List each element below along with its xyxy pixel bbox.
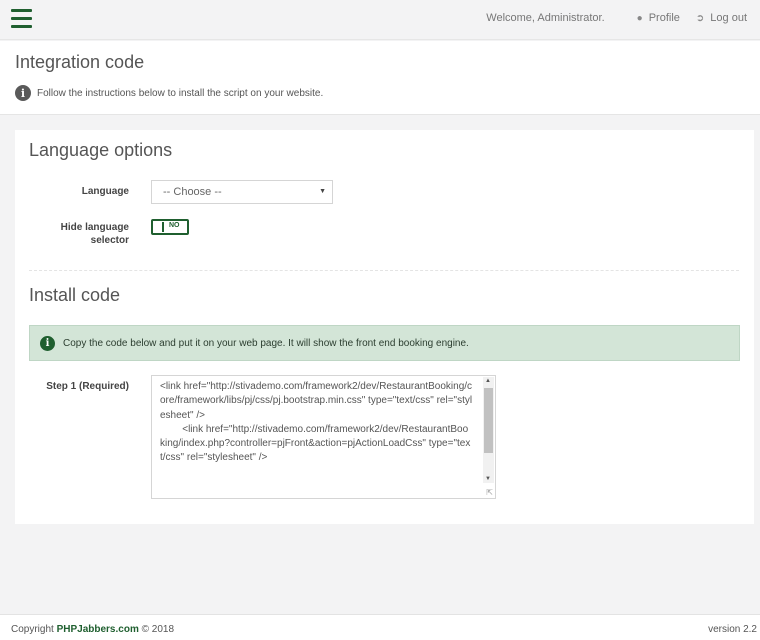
step1-label: Step 1 (Required) [46,381,129,392]
copyright: Copyright PHPJabbers.com © 2018 [11,624,174,635]
scrollbar-thumb[interactable] [484,388,493,453]
top-bar: Welcome, Administrator. ● Profile ➲ Log … [0,0,760,40]
language-select[interactable]: -- Choose -- ▼ [151,180,333,204]
install-code-textarea[interactable]: <link href="http://stivademo.com/framewo… [151,375,496,499]
scrollbar[interactable]: ▲ ▼ [483,377,494,483]
version-text: version 2.2 [708,624,757,635]
page-title: Integration code [15,52,145,72]
info-icon: i [40,335,55,351]
hide-selector-label: Hide language selector [29,221,129,247]
resize-handle-icon[interactable]: ⇱ [486,488,493,497]
footer: Copyright PHPJabbers.com © 2018 version … [0,614,760,640]
language-select-value: -- Choose -- [163,186,222,198]
info-icon: i [15,85,31,101]
alert-text: Copy the code below and put it on your w… [63,337,469,349]
info-text: Follow the instructions below to install… [37,87,324,99]
hide-selector-toggle[interactable]: NO [151,219,189,235]
language-label: Language [81,186,129,197]
install-code-title: Install code [29,285,121,305]
profile-link[interactable]: ● Profile [637,12,680,24]
toggle-knob [154,222,164,232]
section-divider [29,270,739,271]
success-alert: i Copy the code below and put it on your… [29,325,740,361]
info-row: i Follow the instructions below to insta… [15,85,323,101]
scroll-down-icon[interactable]: ▼ [485,476,491,482]
welcome-text: Welcome, Administrator. [486,12,605,24]
logout-link[interactable]: ➲ Log out [696,12,747,24]
install-code-text: <link href="http://stivademo.com/framewo… [160,381,473,464]
scroll-up-icon[interactable]: ▲ [485,378,491,384]
user-icon: ● [636,12,643,24]
content-card: Language options Language -- Choose -- ▼… [15,130,754,524]
logout-label: Log out [710,12,747,24]
copyright-suffix: © 2018 [138,624,175,635]
page-header: Integration code i Follow the instructio… [0,41,760,115]
toggle-state: NO [169,222,180,229]
brand-link[interactable]: PHPJabbers.com [57,624,139,635]
menu-icon[interactable] [11,9,32,29]
user-nav: Welcome, Administrator. ● Profile ➲ Log … [486,12,747,24]
profile-label: Profile [648,12,680,24]
chevron-down-icon: ▼ [319,188,326,195]
hide-selector-label-line1: Hide language [60,222,129,233]
logout-icon: ➲ [695,12,705,24]
hide-selector-label-line2: selector [90,235,129,246]
language-options-title: Language options [29,140,173,160]
copyright-prefix: Copyright [11,624,57,635]
